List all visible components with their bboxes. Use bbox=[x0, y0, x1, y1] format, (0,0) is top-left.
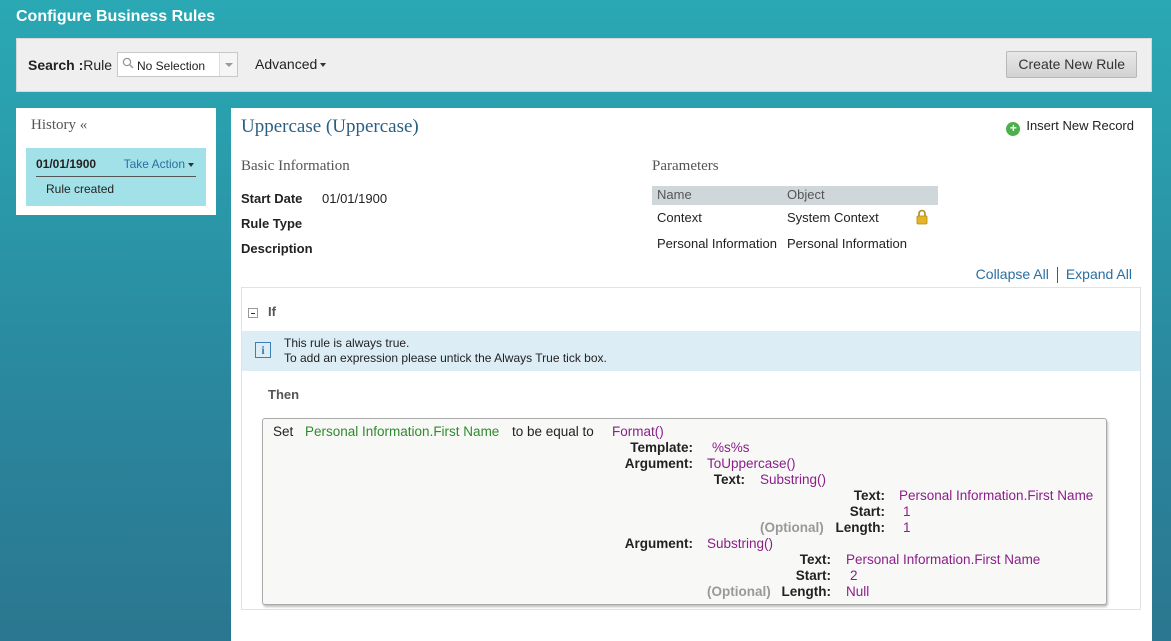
if-label: If bbox=[268, 304, 276, 319]
then-label: Then bbox=[268, 387, 300, 402]
function-substring[interactable]: Substring() bbox=[760, 472, 826, 487]
template-value[interactable]: %s%s bbox=[712, 440, 750, 455]
basic-info-title: Basic Information bbox=[241, 158, 350, 174]
substring-length-value[interactable]: 1 bbox=[903, 520, 911, 535]
start-label: Start: bbox=[795, 568, 831, 583]
substring-length-value[interactable]: Null bbox=[846, 584, 869, 599]
search-icon bbox=[122, 57, 134, 69]
function-touppercase[interactable]: ToUppercase() bbox=[707, 456, 796, 471]
take-action-dropdown[interactable]: Take Action bbox=[124, 157, 194, 171]
take-action-label: Take Action bbox=[123, 157, 185, 171]
substring-text-value[interactable]: Personal Information.First Name bbox=[846, 552, 1040, 567]
length-label: Length: bbox=[835, 520, 886, 535]
param-object: System Context bbox=[787, 210, 879, 225]
info-banner: i This rule is always true. To add an ex… bbox=[242, 331, 1140, 371]
info-line-1: This rule is always true. bbox=[284, 336, 410, 350]
divider bbox=[36, 176, 196, 177]
param-object: Personal Information bbox=[787, 236, 907, 251]
optional-tag: (Optional) bbox=[760, 520, 824, 535]
history-item-date: 01/01/1900 bbox=[36, 157, 97, 171]
expression-box[interactable]: Set Personal Information.First Name to b… bbox=[262, 418, 1107, 605]
text-label: Text: bbox=[853, 488, 885, 503]
function-format[interactable]: Format() bbox=[612, 424, 664, 439]
lock-icon bbox=[916, 209, 928, 225]
param-name: Personal Information bbox=[657, 236, 777, 251]
start-date-value: 01/01/1900 bbox=[322, 191, 388, 206]
set-keyword: Set bbox=[273, 424, 294, 439]
history-title[interactable]: History « bbox=[31, 117, 87, 134]
page-title: Configure Business Rules bbox=[16, 8, 216, 25]
substring-text-value[interactable]: Personal Information.First Name bbox=[899, 488, 1093, 503]
create-new-rule-button[interactable]: Create New Rule bbox=[1006, 51, 1137, 78]
substring-start-value[interactable]: 1 bbox=[903, 504, 911, 519]
collapse-toggle-icon[interactable] bbox=[248, 308, 258, 318]
collapse-all-link[interactable]: Collapse All bbox=[976, 266, 1049, 282]
table-row: Personal Information Personal Informatio… bbox=[652, 231, 938, 257]
table-header: Name Object bbox=[652, 186, 938, 205]
column-header-object: Object bbox=[787, 187, 825, 202]
argument-label: Argument: bbox=[624, 456, 693, 471]
column-header-name: Name bbox=[657, 187, 692, 202]
length-label: Length: bbox=[781, 584, 832, 599]
rule-detail-panel: Uppercase (Uppercase) + Insert New Record… bbox=[231, 108, 1152, 641]
add-icon: + bbox=[1006, 122, 1021, 136]
start-label: Start: bbox=[849, 504, 885, 519]
equal-keyword: to be equal to bbox=[512, 424, 594, 439]
history-panel: History « 01/01/1900 Take Action Rule cr… bbox=[16, 108, 216, 215]
optional-tag: (Optional) bbox=[707, 584, 771, 599]
target-field[interactable]: Personal Information.First Name bbox=[305, 424, 499, 439]
collapse-expand-links: Collapse All Expand All bbox=[976, 266, 1132, 284]
search-toolbar: Search :Rule No Selection Advanced Creat… bbox=[16, 38, 1152, 92]
insert-label: Insert New Record bbox=[1026, 118, 1134, 133]
info-icon: i bbox=[255, 342, 271, 358]
start-date-label: Start Date bbox=[241, 191, 303, 206]
chevron-down-icon[interactable] bbox=[219, 53, 237, 76]
parameters-table: Name Object Context System Context Perso… bbox=[652, 186, 938, 257]
description-label: Description bbox=[241, 241, 313, 256]
argument-label: Argument: bbox=[624, 536, 693, 551]
text-label: Text: bbox=[713, 472, 745, 487]
table-row: Context System Context bbox=[652, 205, 938, 231]
rule-title: Uppercase (Uppercase) bbox=[241, 116, 419, 137]
rule-select[interactable]: No Selection bbox=[117, 52, 238, 77]
text-label: Text: bbox=[799, 552, 831, 567]
search-label-text: Search : bbox=[28, 57, 84, 73]
function-substring[interactable]: Substring() bbox=[707, 536, 773, 551]
advanced-label: Advanced bbox=[255, 56, 318, 72]
parameters-title: Parameters bbox=[652, 158, 719, 174]
rule-type-label: Rule Type bbox=[241, 216, 303, 231]
search-label: Search :Rule bbox=[28, 57, 112, 73]
history-item: 01/01/1900 Take Action Rule created bbox=[26, 148, 206, 206]
caret-down-icon bbox=[320, 63, 327, 68]
template-label: Template: bbox=[630, 440, 693, 455]
substring-start-value[interactable]: 2 bbox=[850, 568, 858, 583]
insert-new-record-button[interactable]: + Insert New Record bbox=[1006, 118, 1134, 136]
param-name: Context bbox=[657, 210, 702, 225]
expand-all-link[interactable]: Expand All bbox=[1066, 266, 1132, 282]
info-line-2: To add an expression please untick the A… bbox=[284, 351, 607, 365]
advanced-dropdown[interactable]: Advanced bbox=[255, 56, 327, 72]
rule-select-value: No Selection bbox=[137, 59, 206, 73]
history-item-text: Rule created bbox=[46, 182, 115, 196]
divider bbox=[1056, 267, 1058, 284]
caret-down-icon bbox=[188, 162, 194, 167]
search-scope: Rule bbox=[83, 57, 113, 73]
condition-section: If i This rule is always true. To add an… bbox=[241, 287, 1141, 610]
